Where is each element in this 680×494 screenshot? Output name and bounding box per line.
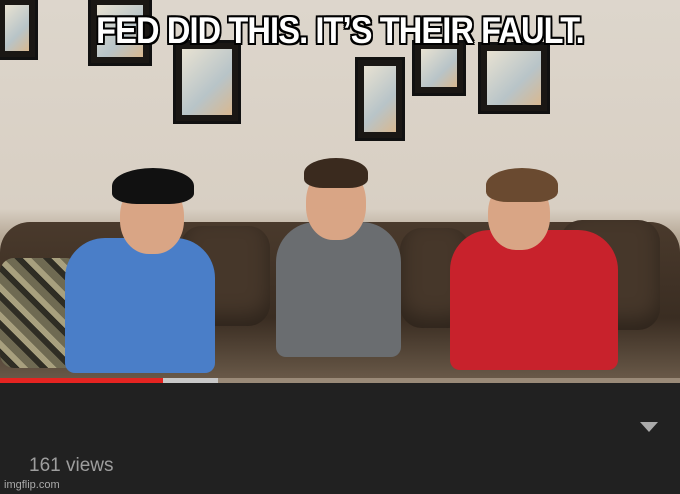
meme-caption: FED DID THIS. IT’S THEIR FAULT.: [96, 10, 585, 51]
view-count: 161 views: [29, 455, 114, 476]
wall-picture-frame: [173, 40, 241, 124]
wall-picture-frame: [0, 0, 38, 60]
wall-picture-frame: [478, 42, 550, 114]
watermark: imgflip.com: [4, 479, 60, 491]
video-player[interactable]: FED DID THIS. IT’S THEIR FAULT.: [0, 0, 680, 380]
progress-bar[interactable]: [0, 378, 680, 383]
chevron-down-icon[interactable]: [640, 422, 658, 432]
wall-picture-frame: [355, 57, 405, 141]
progress-played: [0, 378, 164, 383]
